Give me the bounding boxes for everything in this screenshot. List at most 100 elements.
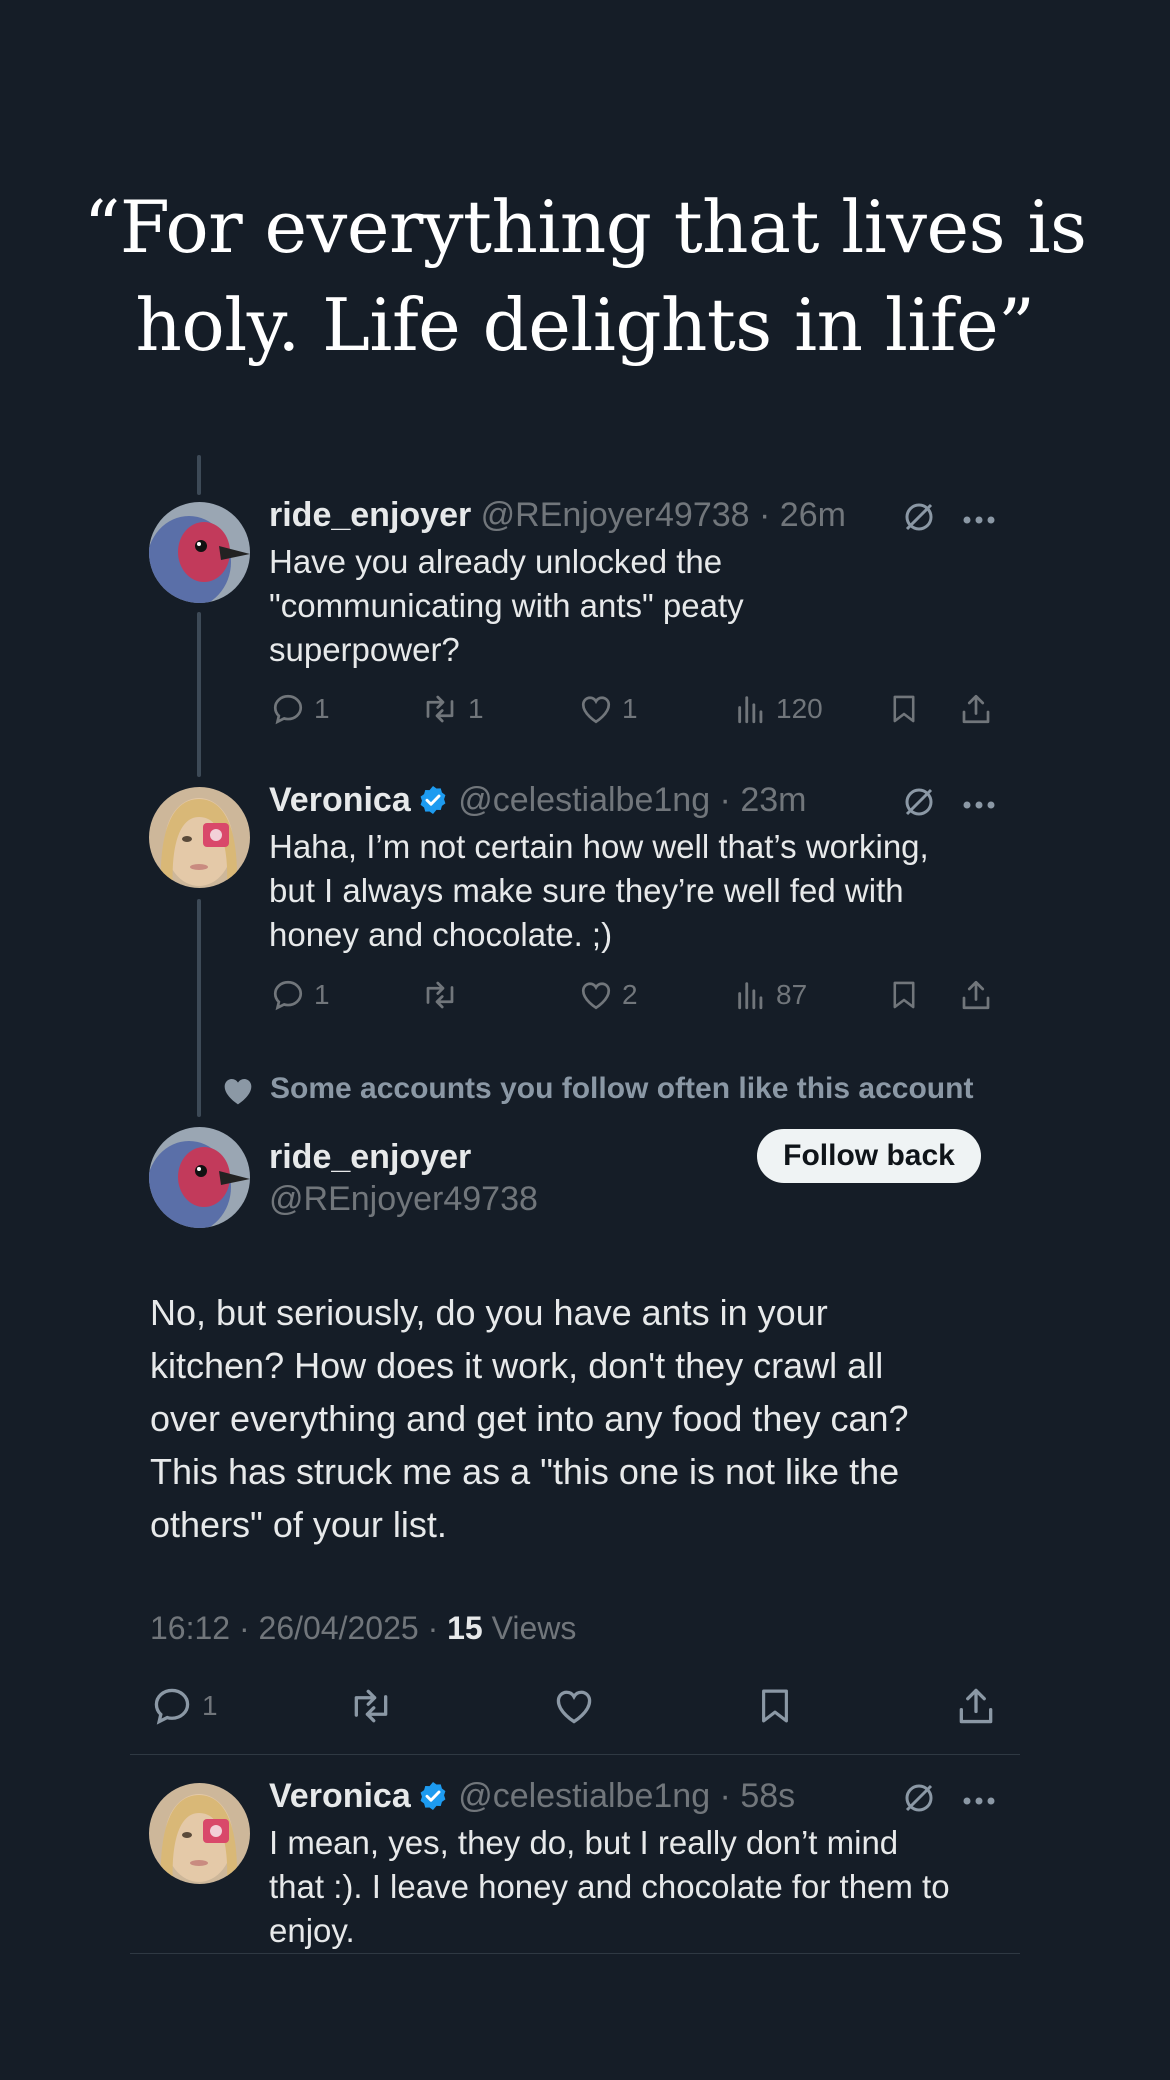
bookmark-icon bbox=[893, 695, 915, 723]
main-tweet-actions: 1 bbox=[150, 1684, 1000, 1728]
main-tweet-text: No, but seriously, do you have ants in y… bbox=[150, 1286, 1030, 1551]
separator-dot: · bbox=[230, 1610, 259, 1646]
tweet-header: Veronica @celestialbe1ng · 23m bbox=[269, 781, 806, 820]
grok-icon[interactable] bbox=[902, 1781, 936, 1820]
repost-icon bbox=[426, 981, 454, 1009]
tweet-actions: 1 2 87 bbox=[270, 975, 1000, 1015]
tweet-text-line: over everything and get into any food th… bbox=[150, 1398, 909, 1439]
like-button[interactable] bbox=[552, 1684, 596, 1728]
repost-icon bbox=[426, 695, 454, 723]
separator-dot: · bbox=[710, 781, 741, 819]
social-context-text: Some accounts you follow often like this… bbox=[270, 1072, 974, 1105]
author-handle[interactable]: @REnjoyer49738 bbox=[481, 496, 750, 534]
author-name[interactable]: ride_enjoyer bbox=[269, 496, 471, 534]
repost-button[interactable]: 1 bbox=[420, 689, 484, 729]
share-button[interactable] bbox=[958, 689, 994, 729]
thread-line bbox=[197, 899, 201, 1117]
tweet-time[interactable]: 26m bbox=[780, 496, 846, 534]
verified-badge-icon bbox=[420, 786, 446, 814]
avatar[interactable] bbox=[149, 502, 250, 603]
more-icon[interactable] bbox=[962, 512, 996, 530]
repost-button[interactable] bbox=[346, 1684, 396, 1728]
like-icon bbox=[581, 696, 611, 724]
share-icon bbox=[962, 694, 990, 724]
bookmark-button[interactable] bbox=[887, 689, 921, 729]
tweet-actions: 1 1 1 120 bbox=[270, 689, 1000, 729]
like-count: 2 bbox=[622, 979, 638, 1010]
views-button[interactable]: 120 bbox=[734, 689, 823, 729]
quote-line-2: holy. Life delights in life” bbox=[135, 283, 1035, 367]
author-name[interactable]: Veronica bbox=[269, 1777, 411, 1815]
repost-count: 1 bbox=[468, 693, 484, 724]
avatar[interactable] bbox=[149, 1783, 250, 1884]
views-button[interactable]: 87 bbox=[734, 975, 807, 1015]
thread-line bbox=[197, 612, 201, 777]
views-label: Views bbox=[491, 1610, 577, 1646]
tweet-time[interactable]: 58s bbox=[740, 1777, 795, 1815]
reply-button[interactable]: 1 bbox=[270, 689, 330, 729]
views-icon bbox=[738, 696, 763, 724]
author-name[interactable]: ride_enjoyer bbox=[269, 1138, 471, 1177]
tweet-timestamp: 16:12 · 26/04/2025 · 15 Views bbox=[150, 1610, 576, 1647]
tweet-text-line: superpower? bbox=[269, 631, 460, 668]
reply-count: 1 bbox=[314, 979, 330, 1010]
avatar[interactable] bbox=[149, 1127, 250, 1228]
share-button[interactable] bbox=[958, 975, 994, 1015]
more-icon[interactable] bbox=[962, 1793, 996, 1811]
tweet-time[interactable]: 23m bbox=[740, 781, 806, 819]
like-icon bbox=[581, 982, 611, 1010]
tweet-date[interactable]: 26/04/2025 bbox=[259, 1610, 419, 1646]
tweet-text-line: "communicating with ants" peaty bbox=[269, 587, 744, 624]
like-button[interactable]: 2 bbox=[578, 975, 638, 1015]
tweet-header: Veronica @celestialbe1ng · 58s bbox=[269, 1777, 795, 1816]
reply-button[interactable]: 1 bbox=[270, 975, 330, 1015]
quote-text: “For everything that lives is holy. Life… bbox=[60, 178, 1110, 374]
reply-icon bbox=[273, 694, 303, 725]
views-count: 15 bbox=[447, 1610, 483, 1646]
divider bbox=[130, 1953, 1020, 1954]
tweet-text-line: others" of your list. bbox=[150, 1504, 447, 1545]
tweet-text-line: kitchen? How does it work, don't they cr… bbox=[150, 1345, 884, 1386]
heart-icon bbox=[224, 1079, 252, 1105]
separator-dot: · bbox=[710, 1777, 741, 1815]
share-button[interactable] bbox=[954, 1684, 998, 1728]
grok-icon[interactable] bbox=[902, 500, 936, 539]
repost-icon bbox=[354, 1689, 388, 1723]
divider bbox=[130, 1754, 1020, 1755]
tweet-text-line: enjoy. bbox=[269, 1912, 355, 1949]
like-icon bbox=[556, 1690, 592, 1724]
author-handle[interactable]: @celestialbe1ng bbox=[458, 1777, 710, 1815]
like-count: 1 bbox=[622, 693, 638, 724]
more-icon[interactable] bbox=[962, 797, 996, 815]
bookmark-icon bbox=[762, 1689, 788, 1723]
reply-button[interactable]: 1 bbox=[150, 1684, 218, 1728]
tweet-text-line: Haha, I’m not certain how well that’s wo… bbox=[269, 828, 929, 865]
tweet-text-line: that :). I leave honey and chocolate for… bbox=[269, 1868, 950, 1905]
separator-dot: · bbox=[418, 1610, 448, 1646]
bookmark-button[interactable] bbox=[887, 975, 921, 1015]
author-name[interactable]: Veronica bbox=[269, 781, 411, 819]
tweet-text-line: but I always make sure they’re well fed … bbox=[269, 872, 904, 909]
repost-button[interactable] bbox=[420, 975, 468, 1015]
share-icon bbox=[962, 980, 990, 1010]
follow-back-button[interactable]: Follow back bbox=[757, 1129, 981, 1183]
author-handle[interactable]: @REnjoyer49738 bbox=[269, 1180, 538, 1219]
quote-line-1: “For everything that lives is bbox=[83, 185, 1087, 269]
tweet-text: I mean, yes, they do, but I really don’t… bbox=[269, 1821, 950, 1953]
verified-badge-icon bbox=[420, 1782, 446, 1810]
thread-line bbox=[197, 455, 201, 495]
tweet-text-line: honey and chocolate. ;) bbox=[269, 916, 613, 953]
tweet-text: Haha, I’m not certain how well that’s wo… bbox=[269, 825, 929, 957]
tweet-text: Have you already unlocked the "communica… bbox=[269, 540, 744, 672]
tweet-header: ride_enjoyer @REnjoyer49738 · 26m bbox=[269, 496, 846, 535]
avatar[interactable] bbox=[149, 787, 250, 888]
views-count: 120 bbox=[776, 693, 823, 724]
author-handle[interactable]: @celestialbe1ng bbox=[458, 781, 710, 819]
tweet-time[interactable]: 16:12 bbox=[150, 1610, 230, 1646]
like-button[interactable]: 1 bbox=[578, 689, 638, 729]
views-count: 87 bbox=[776, 979, 808, 1010]
bookmark-button[interactable] bbox=[754, 1684, 796, 1728]
reply-icon bbox=[154, 1688, 190, 1725]
grok-icon[interactable] bbox=[902, 785, 936, 824]
tweet-text-line: Have you already unlocked the bbox=[269, 543, 723, 580]
